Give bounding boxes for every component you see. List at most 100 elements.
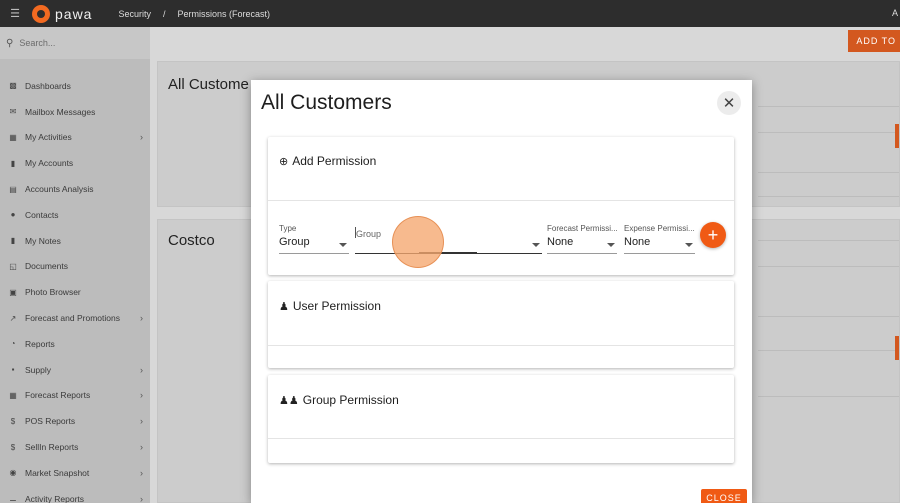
sidebar-item-label: Forecast and Promotions [25,313,120,324]
sidebar-nav: ▩ Dashboards ✉ Mailbox Messages ▦ My Activi… [0,59,150,503]
logo-icon [32,4,50,23]
sidebar-item-mailbox[interactable]: ✉ Mailbox Messages [0,99,150,125]
group-label: Group [356,229,382,239]
user-permission-panel: ♟ User Permission [268,281,734,368]
divider [758,396,899,397]
camera-icon: ◉ [9,468,17,478]
close-icon[interactable]: ✕ [717,91,741,115]
type-select[interactable]: Type Group [279,224,349,254]
photo-icon: ▣ [9,287,17,297]
note-icon: ▮ [10,236,16,246]
sidebar-item-label: Photo Browser [25,287,81,298]
sidebar-item-label: Documents [25,261,68,272]
divider [268,200,734,201]
sidebar-item-pos-reports[interactable]: $ POS Reports › [0,408,150,434]
group-permission-heading: Group Permission [302,393,399,407]
plus-circle-icon: ⊕ [279,155,289,168]
dropdown-arrow-icon [532,243,540,247]
document-icon: ◱ [9,261,17,271]
sidebar-item-accounts-analysis[interactable]: ▤ Accounts Analysis [0,176,150,202]
add-permission-header: ⊕ Add Permission [268,154,376,168]
expense-permission-select[interactable]: Expense Permissi... None [624,224,695,254]
sidebar-item-forecast-reports[interactable]: ▦ Forecast Reports › [0,383,150,409]
sidebar: ⚲ ▩ Dashboards ✉ Mailbox Messages ▦ My Acti… [0,27,150,503]
sidebar-item-label: Dashboards [25,80,71,91]
sidebar-item-label: Forecast Reports [25,390,91,401]
divider [758,316,899,317]
sidebar-item-dashboards[interactable]: ▩ Dashboards [0,73,150,99]
sidebar-item-activity-reports[interactable]: ⚊ Activity Reports › [0,486,150,503]
sidebar-item-label: Reports [25,338,55,349]
group-permission-panel: ♟♟ Group Permission [268,375,734,463]
sidebar-item-label: My Notes [25,235,61,246]
sidebar-item-contacts[interactable]: ● Contacts [0,202,150,228]
divider [758,240,899,241]
table-icon: ▦ [9,390,17,400]
underline [624,253,695,254]
app-logo[interactable]: pawa [32,4,92,23]
divider [758,196,899,197]
envelope-icon: ✉ [9,107,17,117]
trend-icon: ↗ [9,313,17,323]
sidebar-item-supply[interactable]: ▪ Supply › [0,357,150,383]
top-bar: ☰ pawa Security / Permissions (Forecast)… [0,0,900,27]
customer-card-title: All Custome [168,76,249,93]
sidebar-item-label: Accounts Analysis [25,184,94,195]
sidebar-item-my-accounts[interactable]: ▮ My Accounts [0,150,150,176]
dropdown-arrow-icon [339,243,347,247]
chevron-right-icon: › [140,416,143,427]
sidebar-search: ⚲ [0,27,150,59]
divider [268,438,734,439]
add-to-button[interactable]: ADD TO [848,30,900,52]
sidebar-item-photo-browser[interactable]: ▣ Photo Browser [0,279,150,305]
sidebar-item-forecast-promotions[interactable]: ↗ Forecast and Promotions › [0,305,150,331]
divider [758,172,899,173]
sidebar-item-label: SellIn Reports [25,442,79,453]
sidebar-item-my-notes[interactable]: ▮ My Notes [0,228,150,254]
sidebar-item-label: Market Snapshot [25,467,90,478]
card-action-edge[interactable] [895,124,899,148]
dropdown-arrow-icon [685,243,693,247]
sidebar-item-documents[interactable]: ◱ Documents [0,254,150,280]
search-input[interactable] [19,38,130,48]
chevron-right-icon: › [140,364,143,375]
chevron-right-icon: › [140,132,143,143]
divider [758,106,899,107]
breadcrumb-security[interactable]: Security [118,9,151,19]
sidebar-item-reports[interactable]: ◔ Reports [0,331,150,357]
chart-icon: ▩ [9,81,17,91]
forecast-permission-select[interactable]: Forecast Permissi... None [547,224,618,254]
breadcrumb-permissions: Permissions (Forecast) [177,8,271,19]
menu-icon[interactable]: ☰ [0,7,30,20]
underline [279,253,349,254]
users-icon: ♟♟ [279,394,299,407]
sidebar-item-label: Mailbox Messages [25,106,96,117]
expense-permission-label: Expense Permissi... [624,224,695,233]
divider [758,350,899,351]
user-permission-heading: User Permission [292,299,381,313]
sidebar-item-sellin-reports[interactable]: $ SellIn Reports › [0,434,150,460]
close-button[interactable]: CLOSE [701,489,747,503]
sidebar-item-market-snapshot[interactable]: ◉ Market Snapshot › [0,460,150,486]
group-select[interactable]: Group [355,224,542,254]
breadcrumb: Security / Permissions (Forecast) [118,9,270,19]
type-label: Type [279,224,297,233]
breadcrumb-separator: / [162,8,166,19]
user-menu[interactable]: A [892,8,898,18]
bar-chart-icon: ▤ [9,184,17,194]
underline [547,253,617,254]
divider [268,345,734,346]
permissions-dialog: All Customers ✕ ⊕ Add Permission Type Gr… [251,80,752,503]
add-permission-heading: Add Permission [292,154,377,168]
divider [758,132,899,133]
divider [758,266,899,267]
touch-indicator [392,216,444,268]
card-action-edge[interactable] [895,336,899,360]
book-icon: ▮ [10,158,16,168]
sidebar-item-label: Supply [25,364,51,375]
dollar-icon: $ [10,442,16,452]
chevron-right-icon: › [140,442,143,453]
user-icon: ♟ [279,300,289,313]
add-permission-button[interactable]: + [700,222,726,248]
sidebar-item-my-activities[interactable]: ▦ My Activities › [0,125,150,151]
